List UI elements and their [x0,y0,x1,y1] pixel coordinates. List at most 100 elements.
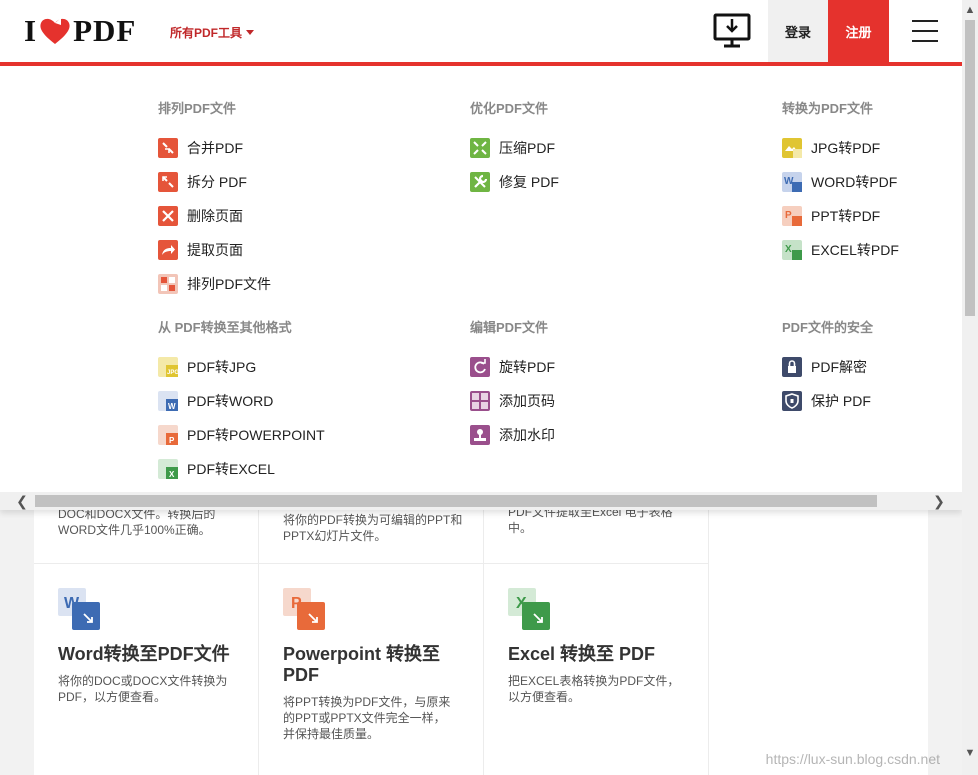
signup-button[interactable]: 注册 [828,0,889,62]
rotate-icon [470,357,490,377]
menu-item-split-pdf[interactable]: 拆分 PDF [158,165,438,199]
tool-card-title: Powerpoint 转换至PDF [283,644,440,685]
desktop-download-icon[interactable] [713,13,751,49]
menu-item-label: 压缩PDF [499,140,555,156]
scroll-up-arrow-icon[interactable]: ▲ [962,2,978,18]
delete-page-icon [158,206,178,226]
menu-item-label: PDF转EXCEL [187,461,275,477]
word-to-pdf-icon: W [782,172,802,192]
all-tools-dropdown[interactable]: 所有PDF工具 [170,24,255,41]
vertical-scroll-thumb[interactable] [965,20,975,316]
tool-card-excel-to-pdf[interactable]: X Excel 转换至 PDF 把EXCEL表格转换为PDF文件，以方便查看。 [484,564,709,775]
menu-item-label: 合并PDF [187,140,243,156]
tools-mega-menu: 排列PDF文件 合并PDF 拆分 PDF 删除页面 提取页面 排列PDF文件 优… [0,66,962,510]
horizontal-scrollbar[interactable]: ❮ ❯ [0,492,962,510]
svg-text:P: P [169,436,175,445]
tool-card-desc: DOC和DOCX文件。转换后的WORD文件几乎100%正确。 [58,507,216,537]
tool-card-title: Excel 转换至 PDF [508,644,656,664]
menu-item-extract-pages[interactable]: 提取页面 [158,233,438,267]
menu-heading-arrange: 排列PDF文件 [158,101,237,116]
tool-card-desc: 将你的PDF转换为可编辑的PPT和PPTX幻灯片文件。 [283,513,463,543]
menu-item-pdf-to-powerpoint[interactable]: P PDF转POWERPOINT [158,418,438,452]
tool-card-title: Word转换至PDF文件 [58,644,230,664]
word-icon: W [58,588,102,632]
compress-icon [470,138,490,158]
watermark-icon [470,425,490,445]
repair-icon [470,172,490,192]
login-button[interactable]: 登录 [768,0,828,62]
menu-item-label: 保护 PDF [811,393,871,409]
menu-column-arrange: 排列PDF文件 合并PDF 拆分 PDF 删除页面 提取页面 排列PDF文件 [158,101,438,301]
menu-item-unlock-pdf[interactable]: PDF解密 [782,350,952,384]
menu-item-add-watermark[interactable]: 添加水印 [470,418,750,452]
menu-item-label: 拆分 PDF [187,174,247,190]
menu-item-jpg-to-pdf[interactable]: JPG转PDF [782,131,952,165]
tool-card-desc: 把EXCEL表格转换为PDF文件，以方便查看。 [508,674,680,704]
all-tools-label: 所有PDF工具 [170,26,243,40]
menu-item-organize-pdf[interactable]: 排列PDF文件 [158,267,438,301]
menu-item-add-page-numbers[interactable]: 添加页码 [470,384,750,418]
menu-item-pdf-to-jpg[interactable]: JPG PDF转JPG [158,350,438,384]
menu-item-label: PDF转JPG [187,359,257,375]
menu-item-protect-pdf[interactable]: 保护 PDF [782,384,952,418]
scroll-right-arrow-icon[interactable]: ❯ [930,492,948,510]
excel-icon: X [508,588,552,632]
menu-item-rotate-pdf[interactable]: 旋转PDF [470,350,750,384]
merge-icon [158,138,178,158]
tool-card-word-to-pdf[interactable]: W Word转换至PDF文件 将你的DOC或DOCX文件转换为PDF，以方便查看… [34,564,259,775]
menu-item-label: JPG转PDF [811,140,881,156]
pdf-to-jpg-icon: JPG [158,357,178,377]
menu-item-label: EXCEL转PDF [811,242,899,258]
menu-item-ppt-to-pdf[interactable]: P PPT转PDF [782,199,952,233]
svg-text:X: X [785,244,792,255]
browser-viewport: I PDF 所有PDF工具 登录 注册 排列PDF文件 合并PDF 拆分 PDF… [0,0,962,775]
vertical-scrollbar[interactable]: ▲ ▼ [962,0,978,775]
menu-heading-convert-to: 转换为PDF文件 [782,101,874,116]
menu-item-label: PPT转PDF [811,208,881,224]
menu-item-delete-pages[interactable]: 删除页面 [158,199,438,233]
unlock-icon [782,357,802,377]
scroll-down-arrow-icon[interactable]: ▼ [962,745,978,761]
menu-item-merge-pdf[interactable]: 合并PDF [158,131,438,165]
split-icon [158,172,178,192]
svg-text:X: X [169,470,175,479]
menu-item-excel-to-pdf[interactable]: X EXCEL转PDF [782,233,952,267]
menu-item-compress-pdf[interactable]: 压缩PDF [470,131,750,165]
menu-heading-convert-from: 从 PDF转换至其他格式 [158,320,292,335]
menu-item-word-to-pdf[interactable]: W WORD转PDF [782,165,952,199]
svg-text:P: P [785,210,792,221]
menu-item-label: 添加页码 [499,393,555,409]
menu-item-label: 修复 PDF [499,174,559,190]
menu-column-edit: 编辑PDF文件 旋转PDF 添加页码 添加水印 [470,320,750,452]
ppt-to-pdf-icon: P [782,206,802,226]
menu-item-pdf-to-word[interactable]: W PDF转WORD [158,384,438,418]
menu-item-label: 提取页面 [187,242,243,258]
horizontal-scroll-thumb[interactable] [35,495,877,507]
heart-icon [40,18,70,44]
tool-card-desc: 将PPT转换为PDF文件，与原来的PPT或PPTX文件完全一样，并保持最佳质量。 [283,695,451,741]
ilovepdf-logo[interactable]: I PDF [24,13,136,49]
scroll-left-arrow-icon[interactable]: ❮ [13,492,31,510]
extract-page-icon [158,240,178,260]
menu-item-label: 添加水印 [499,427,555,443]
menu-item-label: PDF解密 [811,359,867,375]
site-header: I PDF 所有PDF工具 登录 注册 [0,0,962,66]
menu-heading-security: PDF文件的安全 [782,320,874,335]
tools-grid: DOC和DOCX文件。转换后的WORD文件几乎100%正确。 将你的PDF转换为… [34,500,928,775]
menu-column-security: PDF文件的安全 PDF解密 保护 PDF [782,320,952,418]
menu-item-label: WORD转PDF [811,174,898,190]
menu-column-convert-to: 转换为PDF文件 JPG转PDF W WORD转PDF P PPT转PDF X … [782,101,952,267]
menu-item-label: PDF转WORD [187,393,274,409]
menu-heading-edit: 编辑PDF文件 [470,320,549,335]
blog-watermark: https://lux-sun.blog.csdn.net [765,751,940,767]
menu-column-optimize: 优化PDF文件 压缩PDF 修复 PDF [470,101,750,199]
menu-item-label: 排列PDF文件 [187,276,271,292]
page-numbers-icon [470,391,490,411]
shield-icon [782,391,802,411]
menu-item-label: 旋转PDF [499,359,555,375]
menu-item-pdf-to-excel[interactable]: X PDF转EXCEL [158,452,438,486]
tool-card-powerpoint-to-pdf[interactable]: P Powerpoint 转换至PDF 将PPT转换为PDF文件，与原来的PPT… [259,564,484,775]
hamburger-menu-icon[interactable] [912,20,938,42]
menu-item-repair-pdf[interactable]: 修复 PDF [470,165,750,199]
pdf-to-word-icon: W [158,391,178,411]
